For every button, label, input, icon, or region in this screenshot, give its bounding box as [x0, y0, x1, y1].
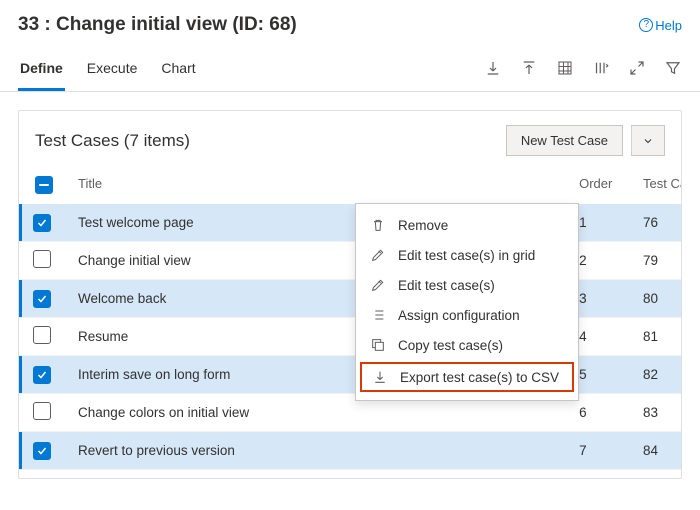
select-all-checkbox[interactable]: [35, 176, 53, 194]
menu-item-label: Remove: [398, 218, 448, 233]
menu-item-label: Copy test case(s): [398, 338, 503, 353]
row-title: Welcome back: [78, 291, 166, 306]
row-title: Test welcome page: [78, 215, 194, 230]
copy-icon: [370, 337, 386, 353]
row-checkbox[interactable]: [33, 214, 51, 232]
help-label: Help: [655, 18, 682, 33]
row-testcase-id: 84: [633, 432, 681, 470]
page-title: 33 : Change initial view (ID: 68): [18, 14, 297, 36]
row-checkbox[interactable]: [33, 326, 51, 344]
row-title: Resume: [78, 329, 128, 344]
pencil-icon: [370, 277, 386, 293]
row-testcase-id: 81: [633, 318, 681, 356]
table-row[interactable]: Change initial view279: [19, 242, 681, 280]
row-title: Change initial view: [78, 253, 191, 268]
row-title: Interim save on long form: [78, 367, 230, 382]
tab-chart[interactable]: Chart: [159, 50, 197, 91]
menu-item-export-test-case-s-to-csv[interactable]: Export test case(s) to CSV: [360, 362, 574, 392]
row-order: 7: [569, 432, 633, 470]
trash-icon: [370, 217, 386, 233]
menu-item-label: Export test case(s) to CSV: [400, 370, 559, 385]
new-test-case-dropdown[interactable]: [631, 125, 665, 156]
table-row[interactable]: Change colors on initial view683: [19, 394, 681, 432]
table-row[interactable]: Test welcome page176: [19, 204, 681, 242]
columns-icon[interactable]: [592, 59, 610, 77]
row-testcase-id: 80: [633, 280, 681, 318]
row-title: Revert to previous version: [78, 443, 235, 458]
row-testcase-id: 83: [633, 394, 681, 432]
list-icon: [370, 307, 386, 323]
expand-icon[interactable]: [628, 59, 646, 77]
menu-item-copy-test-case-s[interactable]: Copy test case(s): [356, 330, 578, 360]
help-link[interactable]: ? Help: [639, 18, 682, 33]
help-icon: ?: [639, 18, 653, 32]
menu-item-edit-test-case-s[interactable]: Edit test case(s): [356, 270, 578, 300]
card-title: Test Cases (7 items): [35, 131, 190, 151]
column-header-testcase[interactable]: Test Ca: [633, 166, 681, 204]
row-checkbox[interactable]: [33, 250, 51, 268]
tab-execute[interactable]: Execute: [85, 50, 140, 91]
upload-icon[interactable]: [520, 59, 538, 77]
row-checkbox[interactable]: [33, 402, 51, 420]
menu-item-label: Assign configuration: [398, 308, 520, 323]
row-checkbox[interactable]: [33, 442, 51, 460]
column-header-title[interactable]: Title: [68, 166, 569, 204]
table-row[interactable]: Welcome back380: [19, 280, 681, 318]
tab-define[interactable]: Define: [18, 50, 65, 91]
grid-icon[interactable]: [556, 59, 574, 77]
row-checkbox[interactable]: [33, 290, 51, 308]
menu-item-label: Edit test case(s): [398, 278, 495, 293]
menu-item-label: Edit test case(s) in grid: [398, 248, 535, 263]
context-menu: Remove Edit test case(s) in grid Edit test…: [355, 203, 579, 401]
menu-item-assign-configuration[interactable]: Assign configuration: [356, 300, 578, 330]
row-title: Change colors on initial view: [78, 405, 249, 420]
new-test-case-button[interactable]: New Test Case: [506, 125, 623, 156]
menu-item-edit-test-case-s-in-grid[interactable]: Edit test case(s) in grid: [356, 240, 578, 270]
column-header-order[interactable]: Order: [569, 166, 633, 204]
download-icon[interactable]: [484, 59, 502, 77]
row-checkbox[interactable]: [33, 366, 51, 384]
row-testcase-id: 82: [633, 356, 681, 394]
row-testcase-id: 76: [633, 204, 681, 242]
table-row[interactable]: Resume481: [19, 318, 681, 356]
table-row[interactable]: Interim save on long form582: [19, 356, 681, 394]
pencil-icon: [370, 247, 386, 263]
menu-item-remove[interactable]: Remove: [356, 210, 578, 240]
row-testcase-id: 79: [633, 242, 681, 280]
download-icon: [372, 369, 388, 385]
filter-icon[interactable]: [664, 59, 682, 77]
table-row[interactable]: Revert to previous version 784: [19, 432, 681, 470]
